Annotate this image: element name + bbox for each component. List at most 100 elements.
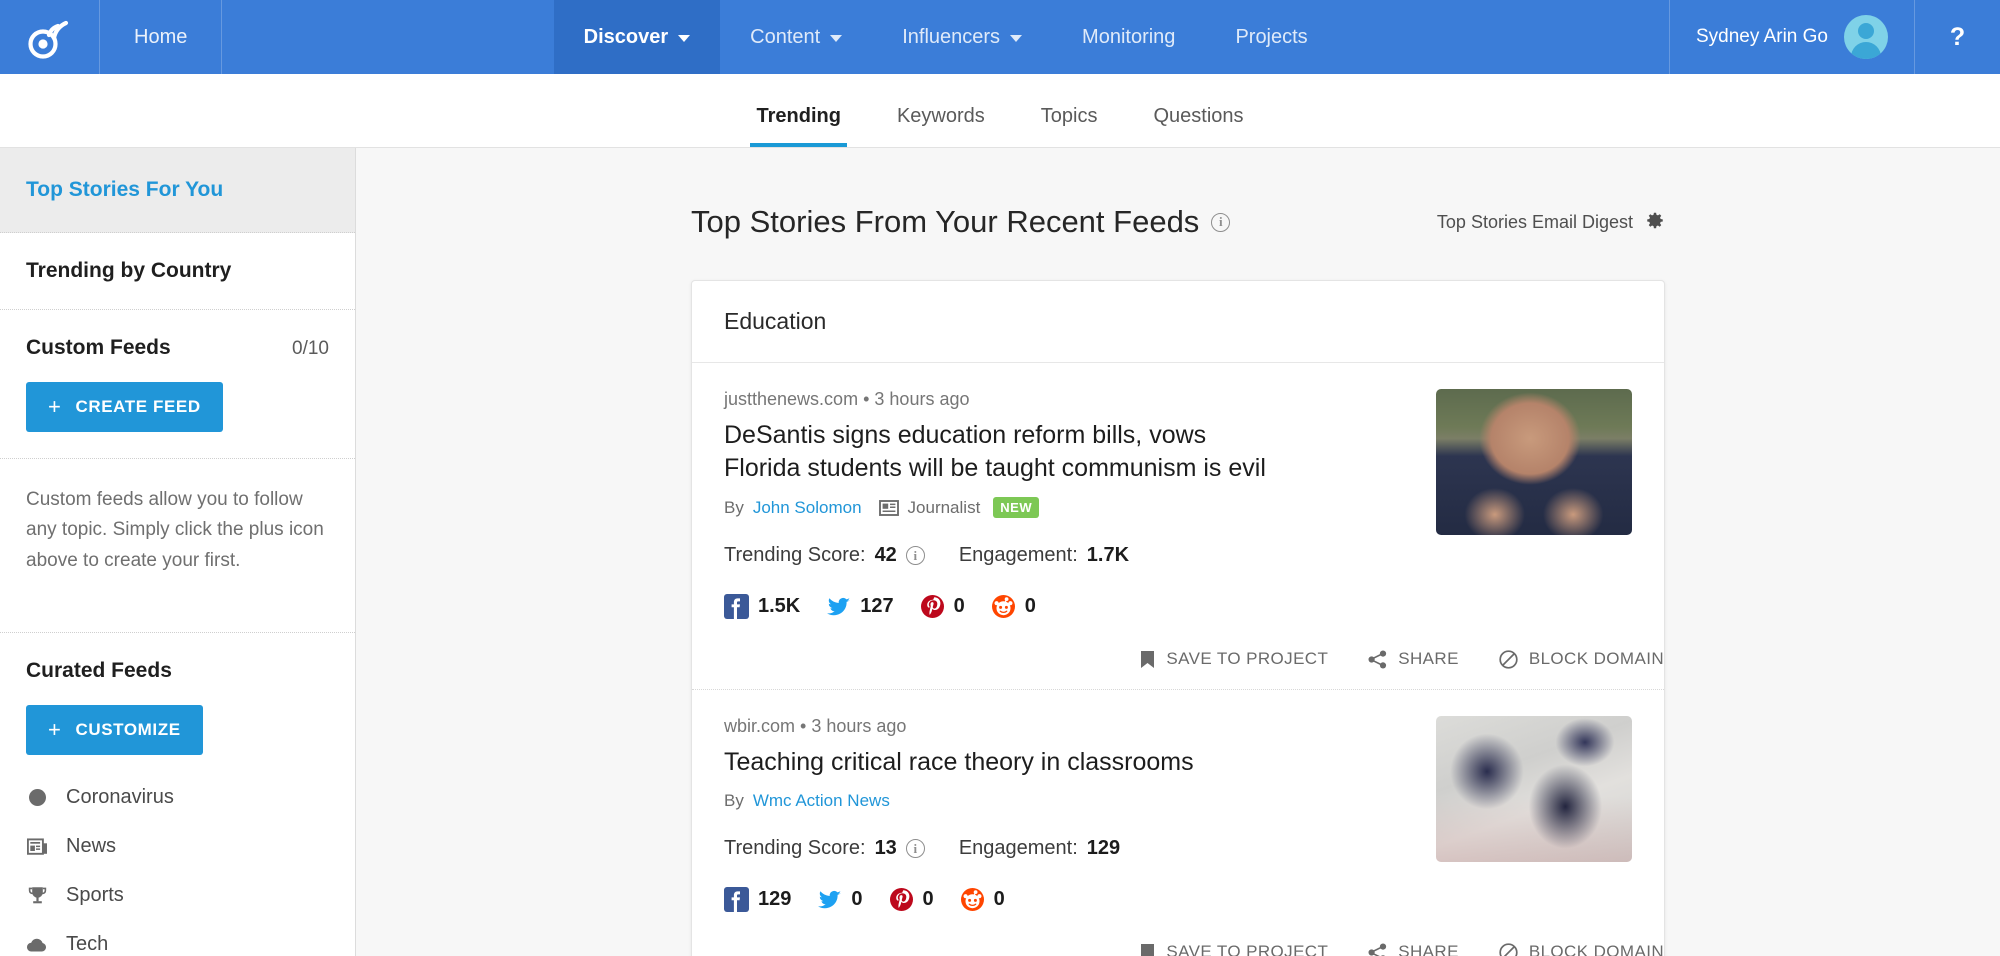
twitter-shares: 127: [826, 594, 894, 619]
nav-home[interactable]: Home: [100, 0, 223, 74]
story-meta-separator: •: [863, 389, 870, 409]
block-domain-button[interactable]: BLOCK DOMAIN: [1499, 942, 1664, 956]
block-domain-button[interactable]: BLOCK DOMAIN: [1499, 649, 1664, 669]
engagement-score: Engagement: 129: [959, 837, 1120, 860]
nav-item-influencers[interactable]: Influencers: [872, 0, 1052, 74]
info-icon[interactable]: i: [905, 546, 925, 565]
story-author-link[interactable]: Wmc Action News: [753, 791, 890, 811]
trending-score-value: 13: [874, 837, 897, 859]
reddit-count: 0: [1024, 595, 1036, 617]
newspaper-icon: [26, 836, 48, 858]
sidebar-item-coronavirus[interactable]: Coronavirus: [26, 773, 329, 822]
nav-item-content-label: Content: [750, 25, 821, 48]
tab-questions-label: Questions: [1153, 105, 1244, 127]
save-to-project-button[interactable]: SAVE TO PROJECT: [1140, 942, 1328, 956]
share-icon: [1368, 943, 1387, 956]
tab-trending[interactable]: Trending: [728, 105, 868, 147]
by-label: By: [724, 791, 744, 810]
sidebar-item-top-stories-for-you[interactable]: Top Stories For You: [0, 148, 355, 233]
story-title[interactable]: Teaching critical race theory in classro…: [724, 746, 1284, 779]
gear-icon[interactable]: [1645, 212, 1665, 232]
engagement-label: Engagement:: [958, 544, 1078, 566]
story-thumbnail[interactable]: [1436, 389, 1632, 535]
sidebar-item-sports-label: Sports: [66, 884, 124, 906]
story-title[interactable]: DeSantis signs education reform bills, v…: [724, 419, 1284, 485]
nav-item-monitoring[interactable]: Monitoring: [1052, 0, 1205, 74]
share-button[interactable]: SHARE: [1368, 942, 1459, 956]
engagement-label: Engagement:: [958, 837, 1078, 859]
nav-item-discover-label: Discover: [583, 25, 669, 48]
story-source[interactable]: justthenews.com: [724, 389, 858, 409]
twitter-count: 0: [851, 888, 863, 910]
block-icon: [1499, 942, 1518, 956]
pinterest-icon: [889, 887, 914, 912]
sidebar-item-trending-by-country[interactable]: Trending by Country: [0, 233, 355, 310]
story-social-counts: 1.5K 127 0 0: [724, 594, 1412, 619]
twitter-icon: [817, 887, 842, 912]
story-row-wrapper: wbir.com • 3 hours ago Teaching critical…: [692, 690, 1664, 956]
story-author-link[interactable]: John Solomon: [753, 498, 862, 518]
custom-feeds-header: Custom Feeds 0/10: [26, 336, 329, 360]
story-source[interactable]: wbir.com: [724, 716, 795, 736]
sidebar-item-news-label: News: [66, 835, 117, 857]
info-icon[interactable]: i: [905, 839, 925, 858]
facebook-count: 129: [758, 888, 792, 910]
nav-item-content[interactable]: Content: [720, 0, 872, 74]
custom-feeds-help-text: Custom feeds allow you to follow any top…: [0, 459, 355, 633]
nav-item-projects[interactable]: Projects: [1205, 0, 1337, 74]
page-body: Top Stories For You Trending by Country …: [0, 148, 2000, 956]
buzzsumo-logo[interactable]: [0, 0, 100, 74]
custom-feeds-title: Custom Feeds: [26, 336, 171, 359]
pinterest-icon: [920, 594, 945, 619]
chevron-down-icon: [1010, 35, 1023, 42]
facebook-icon: [724, 887, 749, 912]
story-meta-separator: •: [800, 716, 807, 736]
journalist-card-icon: [878, 499, 899, 516]
pinterest-count: 0: [922, 888, 934, 910]
bookmark-icon: [1141, 943, 1155, 956]
curated-feed-list: Coronavirus News Sports Tech: [26, 773, 329, 956]
twitter-count: 127: [860, 595, 894, 617]
create-feed-button[interactable]: + CREATE FEED: [26, 382, 223, 432]
table-row: wbir.com • 3 hours ago Teaching critical…: [692, 690, 1664, 912]
user-name-label: Sydney Arin Go: [1695, 26, 1828, 47]
sidebar-item-news[interactable]: News: [26, 822, 329, 871]
info-icon[interactable]: i: [1211, 212, 1231, 232]
help-icon: ?: [1949, 22, 1966, 51]
engagement-value: 1.7K: [1086, 544, 1130, 566]
tab-questions[interactable]: Questions: [1125, 105, 1271, 147]
curated-feeds-title: Curated Feeds: [26, 659, 172, 682]
sidebar-item-sports[interactable]: Sports: [26, 871, 329, 920]
engagement-value: 129: [1086, 837, 1121, 859]
user-menu[interactable]: Sydney Arin Go: [1670, 0, 1914, 74]
tab-topics[interactable]: Topics: [1013, 105, 1126, 147]
nav-item-influencers-label: Influencers: [902, 25, 1001, 48]
trending-score: Trending Score: 13 i: [724, 837, 925, 860]
story-time: 3 hours ago: [874, 389, 970, 409]
nav-item-discover[interactable]: Discover: [553, 0, 721, 74]
share-button[interactable]: SHARE: [1368, 649, 1459, 669]
nav-spacer-right: [1338, 0, 1669, 74]
story-author-row: By Wmc Action News: [724, 791, 1412, 811]
page-title-label: Top Stories From Your Recent Feeds: [691, 204, 1200, 239]
share-label: SHARE: [1398, 942, 1459, 956]
customize-label: CUSTOMIZE: [75, 720, 181, 739]
help-button[interactable]: ?: [1914, 0, 2000, 74]
chevron-down-icon: [830, 35, 843, 42]
virus-dot-icon: [26, 787, 48, 809]
tab-keywords[interactable]: Keywords: [869, 105, 1013, 147]
customize-button[interactable]: + CUSTOMIZE: [26, 705, 203, 755]
nav-item-monitoring-label: Monitoring: [1082, 25, 1176, 48]
sidebar-item-tech[interactable]: Tech: [26, 920, 329, 956]
trending-score: Trending Score: 42 i: [724, 544, 925, 567]
story-thumbnail[interactable]: [1436, 716, 1632, 862]
card-category-header: Education: [692, 281, 1664, 363]
page-title: Top Stories From Your Recent Feeds i: [691, 204, 1231, 240]
main-header: Top Stories From Your Recent Feeds i Top…: [691, 204, 1665, 280]
save-to-project-button[interactable]: SAVE TO PROJECT: [1140, 649, 1328, 669]
subnav-tabs: Trending Keywords Topics Questions: [728, 105, 1271, 147]
nav-right-group: Sydney Arin Go ?: [1668, 0, 2000, 74]
top-stories-email-digest-button[interactable]: Top Stories Email Digest: [1437, 212, 1665, 233]
custom-feeds-count: 0/10: [292, 338, 329, 359]
